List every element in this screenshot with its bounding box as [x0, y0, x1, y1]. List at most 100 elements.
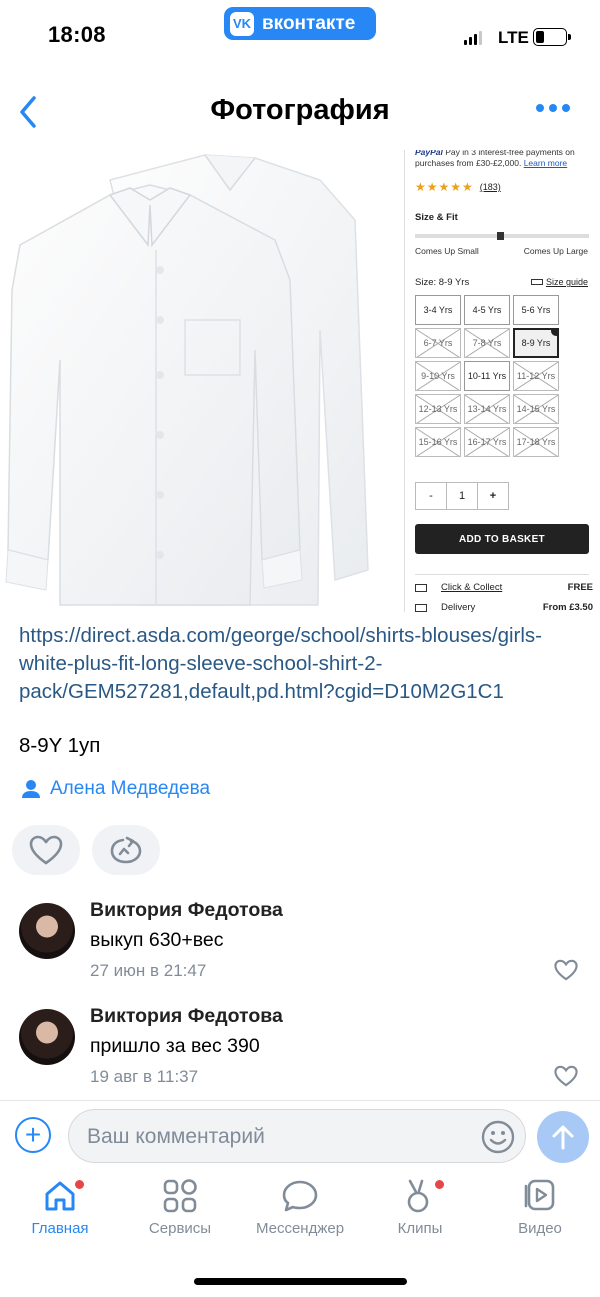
post-note: 8-9Y 1уп — [19, 734, 101, 757]
comment-text: выкуп 630+вес — [90, 929, 224, 951]
heart-icon — [554, 1065, 578, 1087]
size-option-label: 6-7 Yrs — [423, 338, 453, 348]
more-options-button[interactable] — [536, 104, 570, 112]
fit-marker — [497, 232, 504, 240]
size-option-label: 15-16 Yrs — [418, 437, 458, 447]
comment-item: Виктория Федотова выкуп 630+вес 27 июн в… — [0, 895, 600, 995]
size-option-label: 14-15 Yrs — [516, 404, 556, 414]
size-label: Size: 8-9 Yrs — [415, 277, 470, 288]
size-option-label: 16-17 Yrs — [467, 437, 507, 447]
home-indicator — [194, 1278, 407, 1285]
size-option[interactable]: 3-4 Yrs — [415, 295, 461, 325]
post-author-name: Алена Медведева — [50, 778, 211, 799]
dot-icon — [562, 104, 570, 112]
page-title: Фотография — [210, 94, 390, 126]
size-option-label: 9-10 Yrs — [421, 371, 455, 381]
tab-messenger[interactable]: Мессенджер — [240, 1178, 360, 1237]
fit-title: Size & Fit — [415, 212, 458, 223]
tab-label: Видео — [518, 1220, 562, 1237]
chat-bubble-icon — [282, 1180, 318, 1212]
size-option-label: 10-11 Yrs — [467, 371, 507, 381]
home-icon — [45, 1181, 75, 1211]
tab-bar: Главная Сервисы Мессенджер Клипы Видео — [0, 1172, 600, 1262]
tab-services[interactable]: Сервисы — [120, 1178, 240, 1237]
paypal-info: PayPal Pay in 3 interest-free payments o… — [415, 150, 597, 169]
tab-label: Мессенджер — [255, 1220, 345, 1237]
add-to-basket-button[interactable]: ADD TO BASKET — [415, 524, 589, 554]
status-bar: 18:08 VK вконтакте LTE — [0, 0, 600, 70]
comment-like-button[interactable] — [554, 1065, 578, 1092]
selected-check-icon — [551, 330, 557, 336]
size-option-label: 12-13 Yrs — [418, 404, 458, 414]
post-link[interactable]: https://direct.asda.com/george/school/sh… — [19, 622, 579, 706]
qty-minus-button[interactable]: - — [415, 482, 447, 510]
size-option[interactable]: 10-11 Yrs — [464, 361, 510, 391]
attach-button[interactable]: + — [15, 1117, 51, 1153]
services-grid-icon — [163, 1179, 197, 1213]
size-option[interactable]: 4-5 Yrs — [464, 295, 510, 325]
size-option-label: 8-9 Yrs — [521, 338, 551, 348]
size-option[interactable]: 11-12 Yrs — [513, 361, 559, 391]
tab-home[interactable]: Главная — [0, 1178, 120, 1237]
heart-icon — [29, 835, 63, 865]
comment-date: 27 июн в 21:47 — [90, 961, 207, 980]
comment-author[interactable]: Виктория Федотова — [90, 899, 283, 922]
divider — [415, 574, 589, 575]
size-option[interactable]: 8-9 Yrs — [513, 328, 559, 358]
signal-icon — [464, 31, 482, 45]
comment-input[interactable] — [87, 1122, 467, 1152]
size-option-label: 7-8 Yrs — [472, 338, 502, 348]
rating-row: ★★★★★ (183) — [415, 180, 501, 194]
size-option[interactable]: 7-8 Yrs — [464, 328, 510, 358]
network-type: LTE — [498, 28, 529, 47]
ruler-icon — [530, 279, 543, 285]
send-button[interactable] — [537, 1111, 589, 1163]
size-option-label: 17-18 Yrs — [516, 437, 556, 447]
size-grid: 3-4 Yrs 4-5 Yrs 5-6 Yrs 6-7 Yrs 7-8 Yrs 8-9 Y… — [415, 295, 559, 457]
user-icon — [22, 780, 40, 798]
qty-plus-button[interactable]: + — [477, 482, 509, 510]
share-button[interactable] — [92, 825, 160, 875]
delivery-label: Delivery — [441, 602, 476, 612]
tab-video[interactable]: Видео — [480, 1178, 600, 1237]
size-guide-link[interactable]: Size guide — [530, 277, 588, 287]
post-photo[interactable]: PayPal Pay in 3 interest-free payments o… — [0, 150, 600, 612]
click-collect-link[interactable]: Click & Collect — [441, 582, 568, 593]
shirts-image — [0, 150, 380, 612]
share-icon — [110, 836, 142, 864]
comment-date: 19 авг в 11:37 — [90, 1067, 199, 1086]
dot-icon — [549, 104, 557, 112]
emoji-button[interactable] — [481, 1120, 515, 1159]
comment-like-button[interactable] — [554, 959, 578, 986]
size-option[interactable]: 9-10 Yrs — [415, 361, 461, 391]
reviews-count-link[interactable]: (183) — [480, 182, 501, 192]
size-option-label: 5-6 Yrs — [521, 305, 551, 315]
size-option[interactable]: 16-17 Yrs — [464, 427, 510, 457]
learn-more-link[interactable]: Learn more — [524, 158, 567, 168]
size-option[interactable]: 6-7 Yrs — [415, 328, 461, 358]
size-option[interactable]: 13-14 Yrs — [464, 394, 510, 424]
avatar[interactable] — [19, 1009, 75, 1065]
clips-icon — [407, 1179, 429, 1213]
size-option[interactable]: 14-15 Yrs — [513, 394, 559, 424]
delivery-row: Delivery From £3.50 — [415, 602, 593, 612]
size-option[interactable]: 17-18 Yrs — [513, 427, 559, 457]
quantity-stepper: - 1 + — [415, 482, 509, 510]
size-option[interactable]: 12-13 Yrs — [415, 394, 461, 424]
vk-app-pill[interactable]: VK вконтакте — [224, 7, 376, 40]
smile-icon — [481, 1120, 515, 1154]
avatar[interactable] — [19, 903, 75, 959]
like-button[interactable] — [12, 825, 80, 875]
comment-field — [68, 1109, 526, 1163]
dot-icon — [536, 104, 544, 112]
status-time: 18:08 — [48, 22, 106, 47]
post-author[interactable]: Алена Медведева — [22, 778, 210, 800]
comment-author[interactable]: Виктория Федотова — [90, 1005, 283, 1028]
fit-scale — [415, 232, 589, 240]
size-option[interactable]: 5-6 Yrs — [513, 295, 559, 325]
size-guide-label: Size guide — [545, 277, 588, 287]
tab-clips[interactable]: Клипы — [360, 1178, 480, 1237]
store-icon — [415, 583, 427, 592]
qty-value[interactable]: 1 — [446, 482, 478, 510]
size-option[interactable]: 15-16 Yrs — [415, 427, 461, 457]
